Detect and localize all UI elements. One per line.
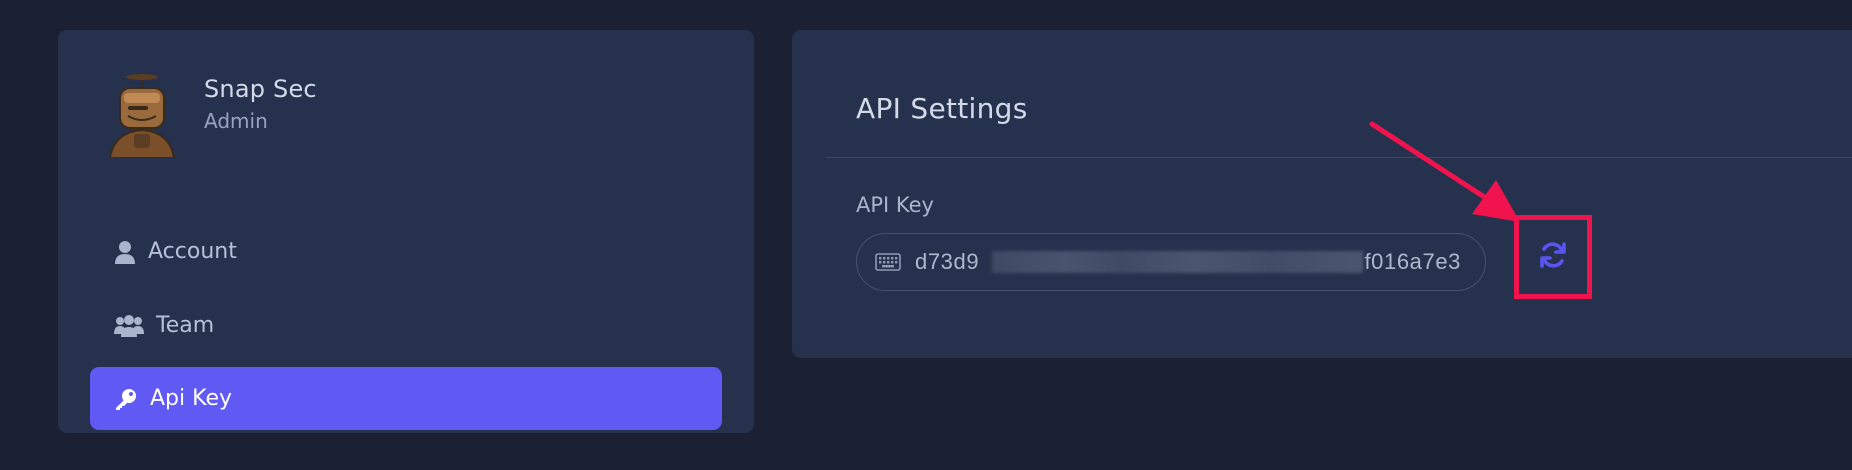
profile-header: Snap Sec Admin <box>102 66 317 158</box>
regenerate-key-button[interactable] <box>1514 215 1592 299</box>
api-key-prefix: d73d9 <box>915 249 980 274</box>
page-title: API Settings <box>856 92 1028 125</box>
sidebar-item-label: Account <box>148 239 237 264</box>
divider <box>826 157 1852 158</box>
profile-name: Snap Sec <box>204 75 317 103</box>
sidebar-item-team[interactable]: Team <box>90 294 722 357</box>
user-icon <box>114 240 136 264</box>
profile-role: Admin <box>204 109 268 133</box>
sidebar-item-api-key[interactable]: Api Key <box>90 367 722 430</box>
sidebar-item-account[interactable]: Account <box>90 220 722 283</box>
key-icon <box>114 387 138 411</box>
api-key-redaction <box>992 251 1363 273</box>
sidebar-item-label: Api Key <box>150 386 233 411</box>
users-icon <box>114 314 144 338</box>
api-key-suffix: f016a7e3 <box>1364 249 1461 274</box>
sidebar-item-label: Team <box>156 313 215 338</box>
api-settings-card: API Settings API Key d73d9 f016a7e3 <box>792 30 1852 358</box>
api-key-field[interactable]: d73d9 f016a7e3 <box>856 233 1486 291</box>
avatar <box>108 74 176 158</box>
settings-sidebar: Snap Sec Admin Account Team Api Key <box>58 30 754 433</box>
refresh-icon <box>1537 239 1569 275</box>
api-key-value: d73d9 f016a7e3 <box>915 247 1475 277</box>
keyboard-icon <box>875 253 901 271</box>
api-key-label: API Key <box>856 193 934 217</box>
